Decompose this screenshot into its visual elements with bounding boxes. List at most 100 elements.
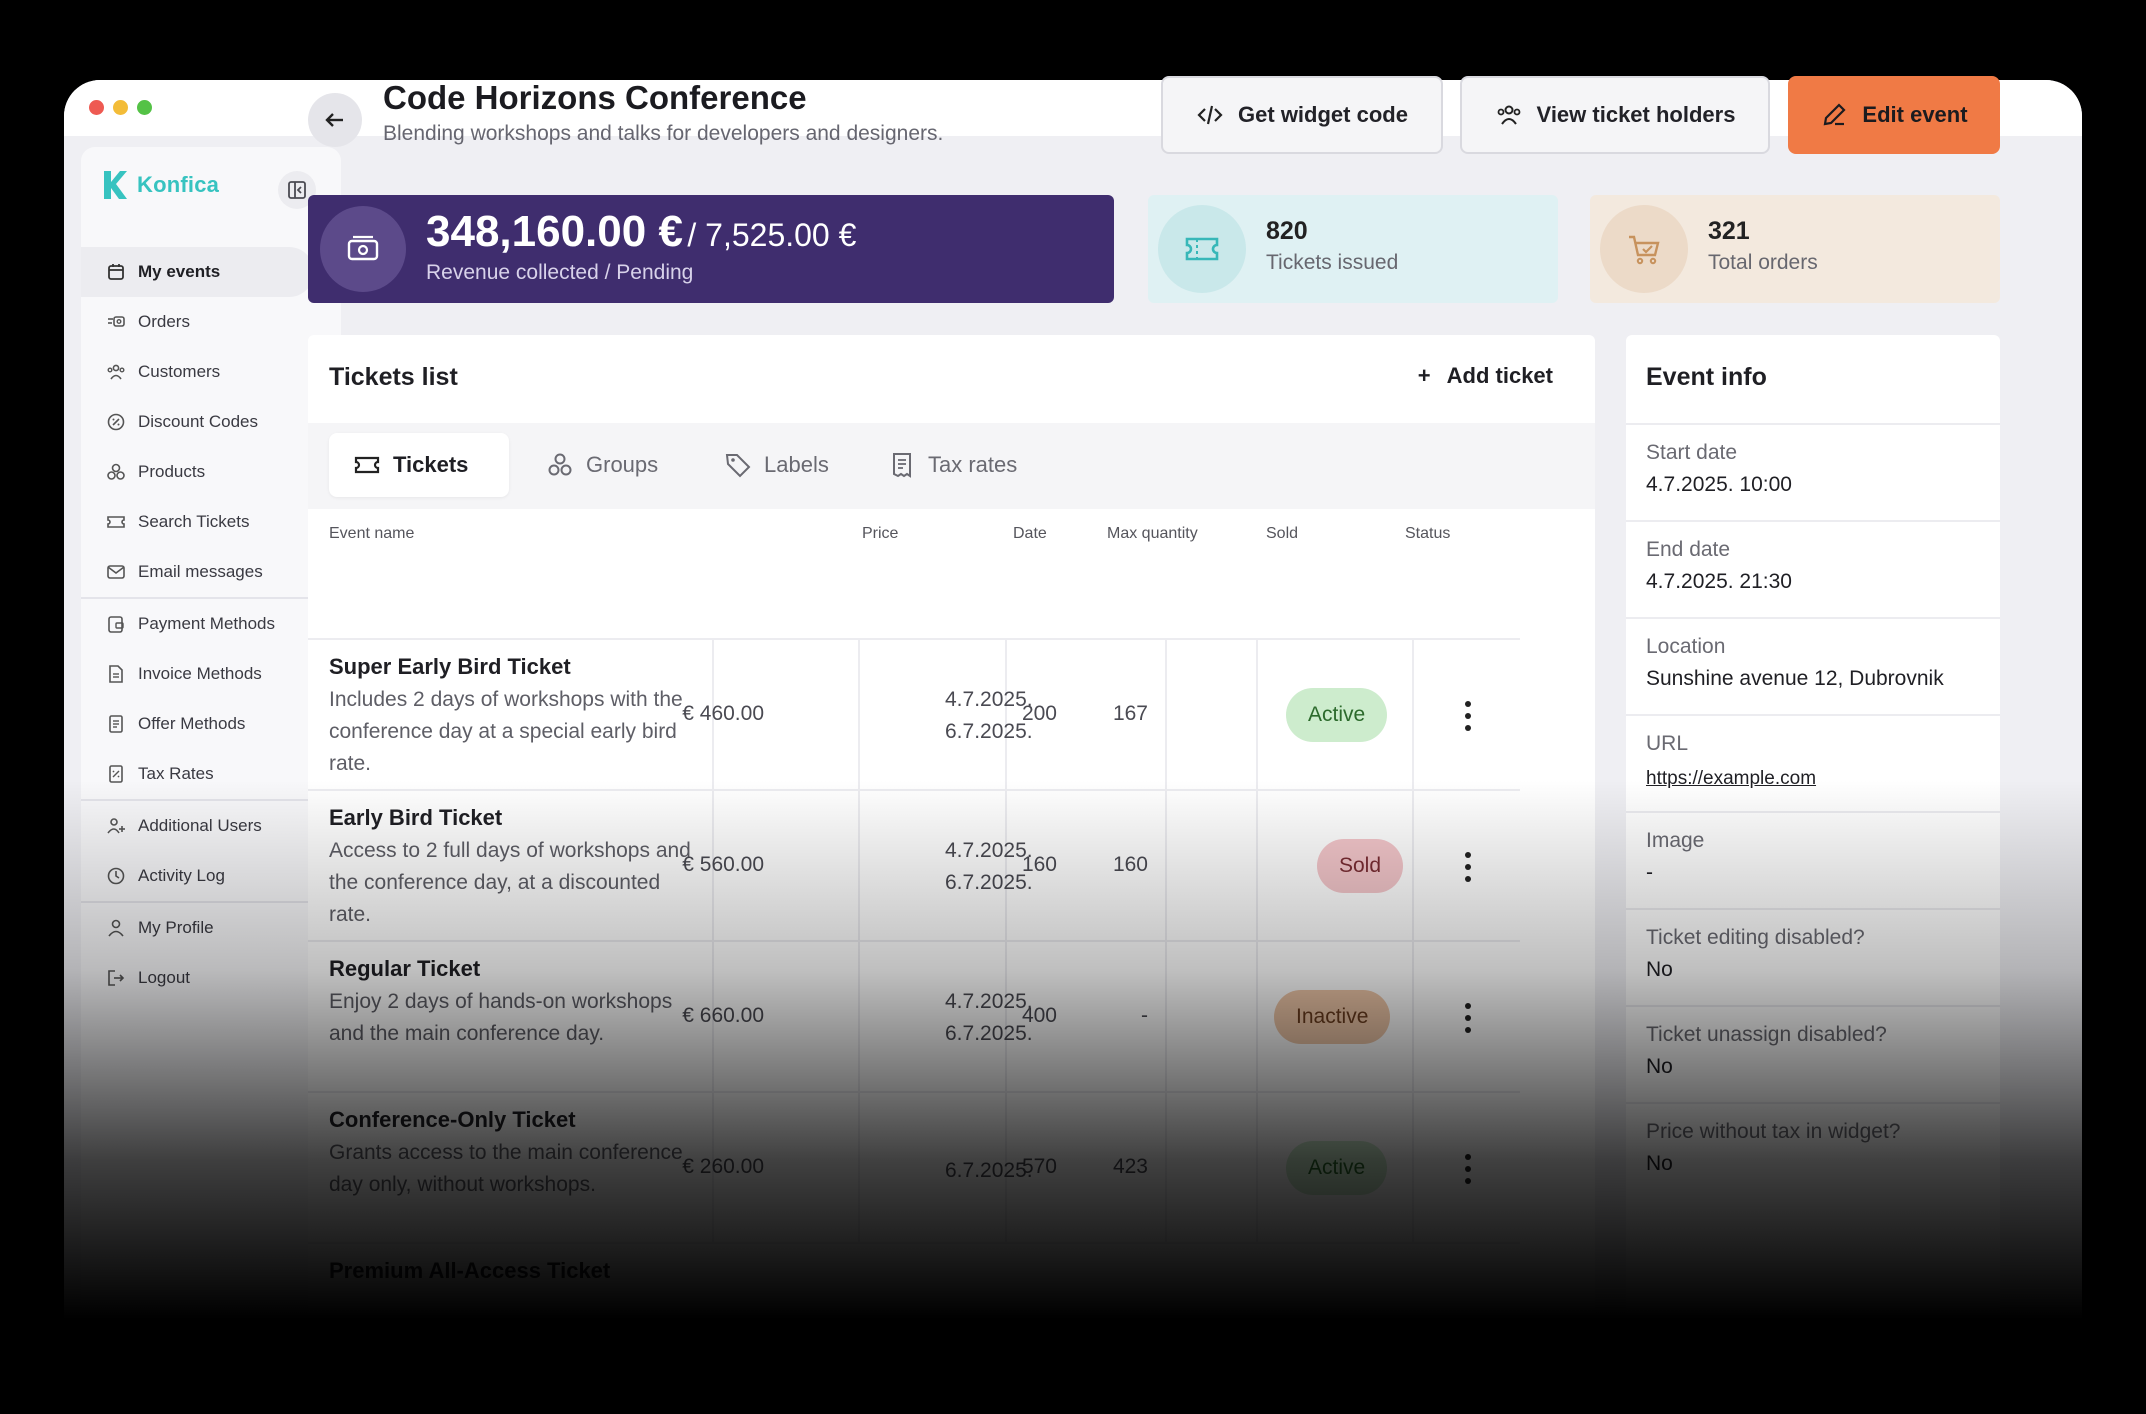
tickets-list-title: Tickets list [329, 363, 458, 391]
total-orders-value: 321 [1708, 217, 1750, 245]
brand[interactable]: Konfica [101, 169, 219, 201]
table-row[interactable]: Early Bird Ticket Access to 2 full days … [308, 789, 1520, 942]
maximize-window-button[interactable] [137, 100, 152, 115]
sidebar-item-orders[interactable]: Orders [81, 297, 314, 347]
sidebar-item-my-events[interactable]: My events [81, 247, 314, 297]
table-row[interactable]: Premium All-Access Ticket [308, 1242, 1520, 1393]
tab-labels[interactable]: Labels [700, 433, 853, 497]
add-ticket-button[interactable]: + Add ticket [1418, 363, 1553, 389]
info-value: No [1646, 1055, 1673, 1078]
info-label: Image [1646, 829, 1705, 852]
cart-icon [1629, 235, 1660, 265]
tab-tickets[interactable]: Tickets [329, 433, 509, 497]
column-header-date[interactable]: Date [1013, 525, 1047, 543]
sidebar-item-payment-methods[interactable]: Payment Methods [81, 599, 314, 649]
table-row[interactable]: Super Early Bird Ticket Includes 2 days … [308, 638, 1520, 791]
sidebar-item-label: Tax Rates [138, 764, 214, 783]
info-label: Start date [1646, 441, 1738, 464]
orders-icon-circle [1600, 205, 1688, 293]
ticket-max-quantity: 160 [1021, 853, 1057, 876]
more-options-icon[interactable] [1458, 696, 1478, 736]
ticket-sold: 423 [1112, 1155, 1148, 1178]
get-widget-code-label: Get widget code [1238, 102, 1408, 127]
sidebar-item-label: Search Tickets [138, 512, 250, 531]
tickets-stat-card: 820 Tickets issued [1148, 195, 1558, 303]
ticket-sold: 167 [1112, 702, 1148, 725]
column-header-max-quantity[interactable]: Max quantity [1107, 525, 1198, 543]
back-button[interactable] [308, 93, 362, 147]
view-ticket-holders-button[interactable]: View ticket holders [1460, 76, 1770, 154]
event-url-link[interactable]: https://example.com [1646, 768, 1816, 790]
orders-icon [108, 316, 125, 327]
status-badge: Active [1286, 688, 1388, 742]
konfica-logo-icon [101, 169, 127, 201]
more-options-icon[interactable] [1458, 998, 1478, 1038]
sidebar-item-tax-rates[interactable]: Tax Rates [81, 749, 314, 799]
cash-icon [347, 235, 379, 261]
ticket-sold: - [1141, 1004, 1148, 1027]
info-value: No [1646, 958, 1673, 981]
ticket-dates: 4.7.2025. 6.7.2025. [945, 684, 1033, 748]
ticket-dates: 4.7.2025. 6.7.2025. [945, 986, 1033, 1050]
sidebar-item-offer-methods[interactable]: Offer Methods [81, 699, 314, 749]
column-header-status[interactable]: Status [1405, 525, 1450, 543]
ticket-start-date: 6.7.2025. [945, 1159, 1033, 1182]
sidebar-toggle-icon [288, 181, 306, 199]
event-info-card: Event info Start date 4.7.2025. 10:00 En… [1626, 335, 2000, 1334]
tag-icon [725, 454, 751, 478]
sidebar-item-search-tickets[interactable]: Search Tickets [81, 497, 314, 547]
revenue-pending: / 7,525.00 € [687, 217, 857, 253]
info-row-price-without-tax: Price without tax in widget? No [1626, 1102, 2000, 1199]
edit-event-button[interactable]: Edit event [1788, 76, 2000, 154]
more-options-icon[interactable] [1458, 847, 1478, 887]
ticket-start-date: 4.7.2025. [945, 990, 1033, 1013]
ticket-description: Enjoy 2 days of hands-on workshops and t… [329, 990, 673, 1045]
status-badge: Inactive [1274, 990, 1391, 1044]
ticket-end-date: 6.7.2025. [945, 720, 1033, 743]
minimize-window-button[interactable] [113, 100, 128, 115]
ticket-price: € 460.00 [682, 702, 764, 725]
ticket-name: Premium All-Access Ticket [329, 1258, 611, 1283]
sidebar-item-logout[interactable]: Logout [81, 953, 314, 1003]
ticket-end-date: 6.7.2025. [945, 871, 1033, 894]
invoice-icon [109, 665, 123, 683]
sidebar-item-invoice-methods[interactable]: Invoice Methods [81, 649, 314, 699]
sidebar-item-my-profile[interactable]: My Profile [81, 903, 314, 953]
orders-stat-card: 321 Total orders [1590, 195, 2000, 303]
column-header-price[interactable]: Price [862, 525, 898, 543]
info-row-ticket-unassign-disabled: Ticket unassign disabled? No [1626, 1005, 2000, 1102]
more-options-icon[interactable] [1458, 1149, 1478, 1189]
sidebar-item-label: Payment Methods [138, 614, 276, 633]
info-value: 4.7.2025. 21:30 [1646, 570, 1792, 593]
column-header-event-name[interactable]: Event name [329, 525, 414, 543]
table-row[interactable]: Regular Ticket Enjoy 2 days of hands-on … [308, 940, 1520, 1093]
ticket-icon [1185, 237, 1219, 261]
discount-icon [107, 413, 125, 431]
info-row-ticket-editing-disabled: Ticket editing disabled? No [1626, 908, 2000, 1005]
sidebar-item-products[interactable]: Products [81, 447, 314, 497]
table-row[interactable]: Conference-Only Ticket Grants access to … [308, 1091, 1520, 1244]
plus-icon: + [1417, 363, 1431, 388]
get-widget-code-button[interactable]: Get widget code [1161, 76, 1443, 154]
close-window-button[interactable] [89, 100, 104, 115]
column-header-sold[interactable]: Sold [1266, 525, 1298, 543]
groups-icon [548, 453, 572, 476]
sidebar-item-email-messages[interactable]: Email messages [81, 547, 314, 597]
sidebar-item-activity-log[interactable]: Activity Log [81, 851, 314, 901]
sidebar-item-customers[interactable]: Customers [81, 347, 314, 397]
ticket-dates: 6.7.2025. [945, 1155, 1033, 1187]
info-row-image: Image - [1626, 811, 2000, 908]
mail-icon [107, 565, 125, 579]
tab-tax-rates[interactable]: Tax rates [864, 433, 1041, 497]
add-ticket-label: Add ticket [1446, 363, 1553, 388]
revenue-icon-circle [320, 206, 406, 292]
sidebar-item-additional-users[interactable]: Additional Users [81, 801, 314, 851]
info-label: URL [1646, 732, 1689, 755]
table-cell [1167, 640, 1258, 791]
code-icon [1197, 105, 1223, 125]
ticket-name: Regular Ticket [329, 956, 481, 981]
sidebar: Konfica My events Orders Customers Disco… [81, 147, 341, 1414]
ticket-sold: 160 [1112, 853, 1148, 876]
tab-groups[interactable]: Groups [522, 433, 682, 497]
sidebar-item-discount-codes[interactable]: Discount Codes [81, 397, 314, 447]
